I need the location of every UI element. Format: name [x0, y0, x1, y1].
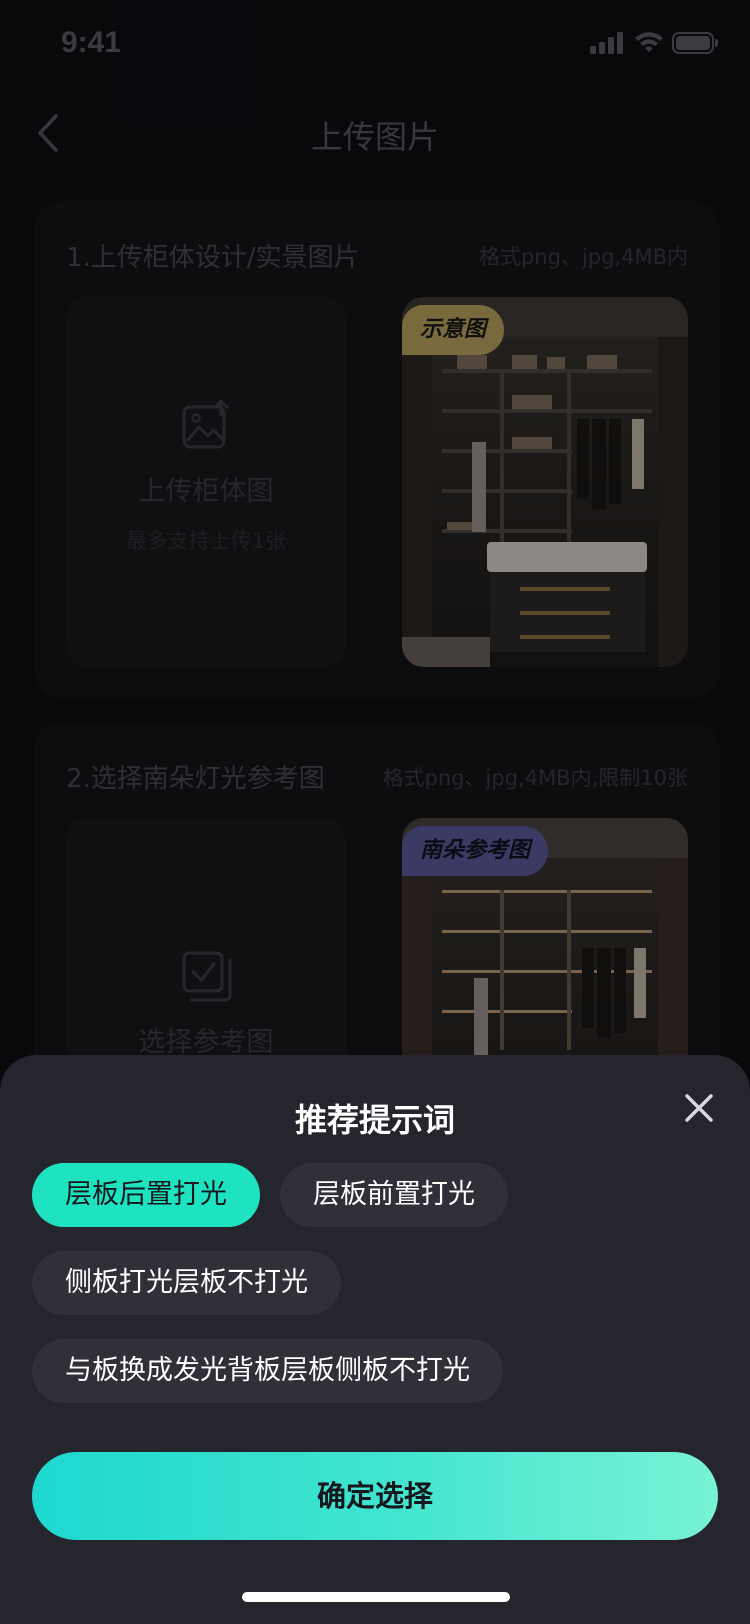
close-button[interactable] [678, 1087, 720, 1129]
prompt-chip-2[interactable]: 侧板打光层板不打光 [32, 1251, 341, 1315]
close-icon [685, 1094, 713, 1122]
prompt-chip-3[interactable]: 与板换成发光背板层板侧板不打光 [32, 1339, 503, 1403]
sheet-title: 推荐提示词 [294, 1101, 455, 1139]
prompt-chip-1[interactable]: 层板前置打光 [280, 1163, 508, 1227]
home-indicator [242, 1592, 510, 1602]
confirm-button[interactable]: 确定选择 [32, 1452, 718, 1540]
prompt-chip-0[interactable]: 层板后置打光 [32, 1163, 260, 1227]
prompt-bottom-sheet: 推荐提示词 层板后置打光 层板前置打光 侧板打光层板不打光 与板换成发光背板层板… [0, 1055, 750, 1624]
